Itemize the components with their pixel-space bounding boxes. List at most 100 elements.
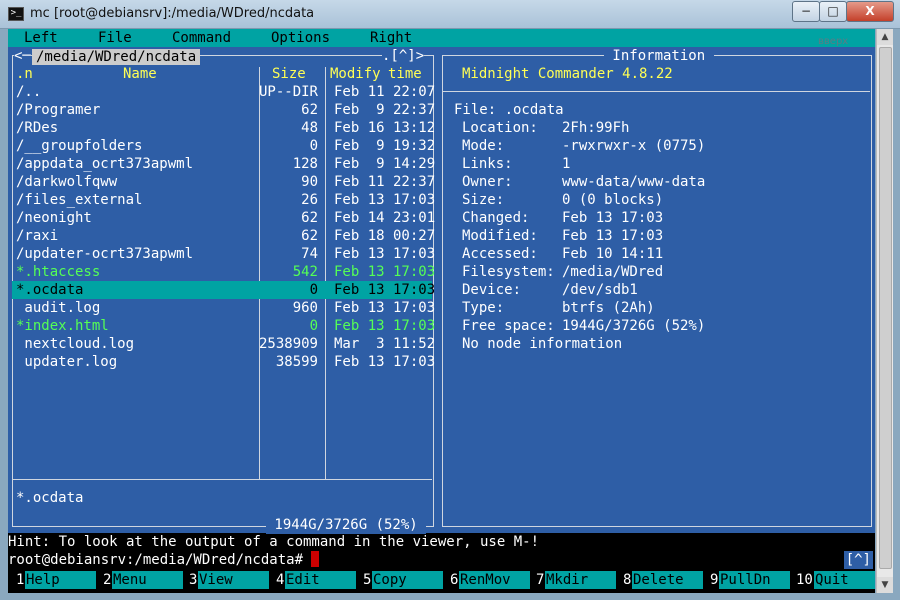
info-fields: Location: 2Fh:99Fh Mode: -rwxrwxr-x (0775) L… [462,119,862,335]
fkey-number: 7 [536,572,545,588]
file-size: UP--DIR [258,84,318,100]
file-row[interactable]: /.. UP--DIR Feb 11 22:07 [12,83,435,101]
terminal-window: >_ mc [root@debiansrv]:/media/WDred/ncda… [0,0,900,600]
file-name: /__groupfolders [16,138,143,154]
file-row[interactable]: nextcloud.log 2538909 Mar 3 11:52 [12,335,436,353]
column-header-modify[interactable]: Modify [330,65,381,83]
file-row[interactable]: /updater-ocrt373apwml 74 Feb 13 17:03 [12,245,435,263]
fkey-number: 4 [276,572,285,588]
file-name: audit.log [16,300,101,316]
file-row[interactable]: /__groupfolders 0 Feb 9 19:32 [12,137,435,155]
file-row[interactable]: /RDes 48 Feb 16 13:12 [12,119,436,137]
file-row[interactable]: *index.html 0 Feb 13 17:03 [12,317,435,335]
fkey-view[interactable]: 3 View [189,571,269,589]
fkey-delete[interactable]: 8 Delete [623,571,703,589]
file-size: 2538909 [258,336,318,352]
file-modified: Feb 13 17:03 [334,300,436,316]
fkey-mkdir[interactable]: 7 Mkdir [536,571,616,589]
file-row[interactable]: /neonight 62 Feb 14 23:01 [12,209,436,227]
fkey-edit[interactable]: 4 Edit [276,571,356,589]
info-value: 2Fh:99Fh [562,120,630,136]
info-value: Feb 10 14:11 [562,246,664,262]
info-key: Mode: [462,138,505,154]
file-name: *index.html [16,318,109,334]
fkey-renmov[interactable]: 6 RenMov [450,571,530,589]
free-space-label: 1944G/3726G (52%) [266,516,427,534]
info-value: -rwxrwxr-x (0775) [562,138,706,154]
info-value: 1 [562,156,571,172]
menu-right[interactable]: Right [370,29,412,47]
file-modified: Feb 14 23:01 [334,210,436,226]
left-panel-path[interactable]: /media/WDred/ncdata [32,49,201,65]
fkey-quit[interactable]: 10 Quit [796,571,875,589]
file-name: nextcloud.log [16,336,135,352]
file-modified: Feb 9 22:37 [334,102,436,118]
file-name: /.. [16,84,42,100]
console-app-icon: >_ [8,7,24,21]
file-row[interactable]: audit.log 960 Feb 13 17:03 [12,299,436,317]
maximize-button[interactable]: □ [819,1,847,22]
right-panel[interactable]: Information Midnight Commander 4.8.22 Fi… [438,47,875,533]
info-key: Modified: [462,228,538,244]
file-size: 38599 [275,354,318,370]
menu-options[interactable]: Options [271,29,330,47]
file-size: 542 [292,264,318,280]
menu-command[interactable]: Command [172,29,231,47]
fkey-menu[interactable]: 2 Menu [103,571,183,589]
file-size: 128 [292,156,318,172]
mini-status: *.ocdata [16,490,84,506]
file-modified: Mar 3 11:52 [334,336,436,352]
scroll-up-arrow-icon[interactable]: ▲ [877,29,893,45]
fkey-copy[interactable]: 5 Copy [363,571,443,589]
left-corner-marker[interactable]: <─ [14,47,31,65]
cursor [311,551,320,567]
left-panel[interactable]: <─ /media/WDred/ncdata .[^]> .n Name Siz… [8,47,438,534]
file-row[interactable]: /appdata_ocrt373apwml 128 Feb 9 14:29 [12,155,435,173]
fkey-help[interactable]: 1 Help [16,571,96,589]
info-value: www-data/www-data [562,174,706,190]
file-row[interactable]: /files_external 26 Feb 13 17:03 [12,191,436,209]
sort-indicator[interactable]: .n [16,65,33,83]
menu-left[interactable]: Left [24,29,58,47]
shell-prompt: root@debiansrv:/media/WDred/ncdata# [8,552,304,568]
column-header-time[interactable]: time [388,65,422,83]
minimize-button[interactable]: − [792,1,820,22]
info-key: Filesystem: [462,264,555,280]
terminal-area[interactable]: Left File Command Options Right вверх <─… [8,29,875,593]
column-header-name[interactable]: Name [123,65,157,83]
info-header-divider [443,91,870,92]
info-panel-title: Information [604,47,714,65]
menu-file[interactable]: File [98,29,132,47]
fkey-label: Menu [112,571,183,589]
window-title: mc [root@debiansrv]:/media/WDred/ncdata [30,6,315,21]
info-file-name: File: .ocdata [454,102,564,118]
file-row[interactable]: *.ocdata 0 Feb 13 17:03 [12,281,435,299]
title-bar[interactable]: >_ mc [root@debiansrv]:/media/WDred/ncda… [0,0,900,29]
file-modified: Feb 13 17:03 [334,192,436,208]
file-row[interactable]: /raxi 62 Feb 18 00:27 [12,227,435,245]
function-key-bar: 1 Help 2 Menu 3 View 4 Edit 5 Copy 6 RenMov 7 Mkdir 8 D… [8,571,875,589]
mini-status-divider [13,479,432,480]
file-row[interactable]: /Programer 62 Feb 9 22:37 [12,101,436,119]
file-size: 62 [301,102,318,118]
info-value: /media/WDred [562,264,664,280]
subshell-toggle[interactable]: [^] [843,551,873,569]
file-size: 0 [309,138,318,154]
command-line[interactable]: root@debiansrv:/media/WDred/ncdata# [8,551,875,569]
file-row[interactable]: /darkwolfqww 90 Feb 11 22:37 [12,173,435,191]
left-panel-history-button[interactable]: .[^]> [382,47,425,65]
file-name: /RDes [16,120,59,136]
close-button[interactable]: X [846,1,894,22]
scrollbar-thumb[interactable] [879,47,892,569]
file-size: 62 [301,210,318,226]
file-row[interactable]: updater.log 38599 Feb 13 17:03 [12,353,435,371]
file-row[interactable]: *.htaccess 542 Feb 13 17:03 [12,263,435,281]
fkey-pulldn[interactable]: 9 PullDn [710,571,790,589]
scroll-down-arrow-icon[interactable]: ▼ [877,577,893,593]
column-header-size[interactable]: Size [272,65,306,83]
file-modified: Feb 16 13:12 [334,120,436,136]
info-key: Accessed: [462,246,538,262]
vertical-scrollbar[interactable]: ▲ ▼ [876,29,893,593]
file-size: 0 [309,282,318,298]
fkey-label: Edit [285,571,356,589]
